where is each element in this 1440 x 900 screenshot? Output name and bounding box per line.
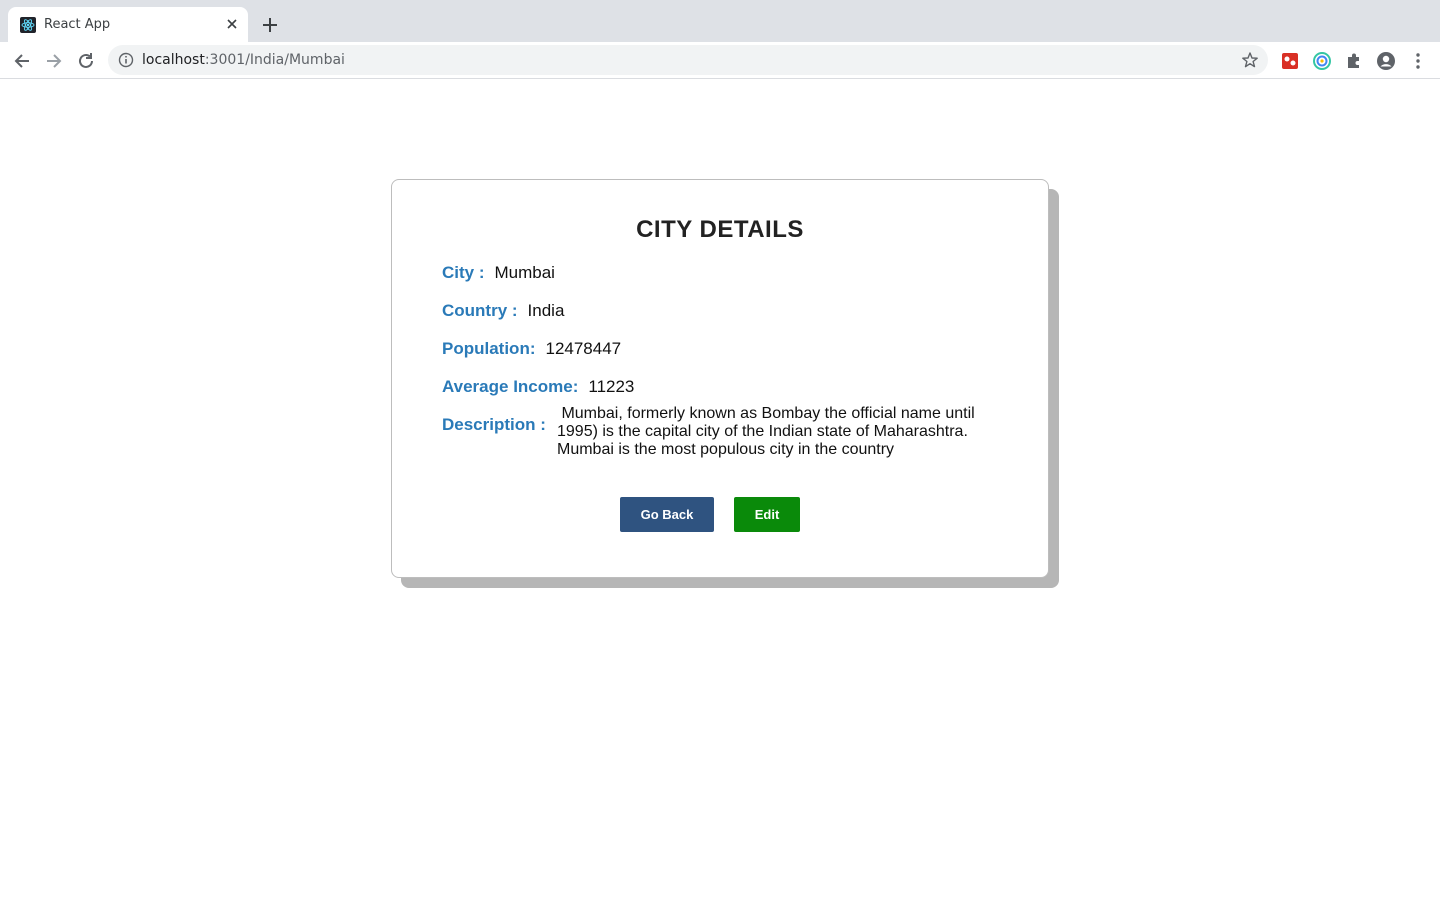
go-back-button[interactable]: Go Back	[620, 497, 714, 532]
city-details-card: CITY DETAILS City : Mumbai Country : India…	[391, 179, 1049, 578]
url-host: localhost	[142, 52, 205, 68]
country-label: Country :	[442, 301, 518, 320]
population-value: 12478447	[545, 339, 622, 358]
url-path: :3001/India/Mumbai	[204, 52, 345, 68]
browser-tab[interactable]: React App	[8, 7, 248, 42]
income-label: Average Income:	[442, 377, 579, 396]
reload-icon[interactable]	[75, 50, 97, 72]
browser-tabstrip: React App	[0, 0, 1440, 42]
city-row: City : Mumbai	[442, 263, 555, 283]
tab-title: React App	[44, 17, 111, 32]
description-label: Description :	[442, 415, 546, 434]
city-label: City :	[442, 263, 485, 282]
close-icon[interactable]	[224, 16, 240, 32]
plus-icon[interactable]	[260, 15, 280, 35]
info-icon[interactable]	[118, 52, 134, 68]
extension-icon[interactable]	[1280, 51, 1300, 71]
target-extension-icon[interactable]	[1312, 51, 1332, 71]
kebab-icon[interactable]	[1408, 51, 1428, 71]
population-row: Population: 12478447	[442, 339, 621, 359]
browser-toolbar: localhost:3001/India/Mumbai	[0, 42, 1440, 79]
edit-button[interactable]: Edit	[734, 497, 800, 532]
country-value: India	[527, 301, 565, 320]
income-row: Average Income: 11223	[442, 377, 634, 397]
react-icon	[20, 17, 36, 33]
arrow-left-icon[interactable]	[11, 50, 33, 72]
arrow-right-icon[interactable]	[43, 50, 65, 72]
puzzle-icon[interactable]	[1344, 51, 1364, 71]
avatar-icon[interactable]	[1376, 51, 1396, 71]
income-value: 11223	[588, 377, 635, 396]
population-label: Population:	[442, 339, 536, 358]
city-value: Mumbai	[494, 263, 555, 282]
description-value: Mumbai, formerly known as Bombay the off…	[557, 405, 980, 458]
country-row: Country : India	[442, 301, 564, 321]
star-icon[interactable]	[1241, 51, 1259, 69]
page-title: CITY DETAILS	[636, 216, 804, 243]
url-text: localhost:3001/India/Mumbai	[142, 52, 345, 68]
address-bar[interactable]: localhost:3001/India/Mumbai	[108, 45, 1268, 75]
